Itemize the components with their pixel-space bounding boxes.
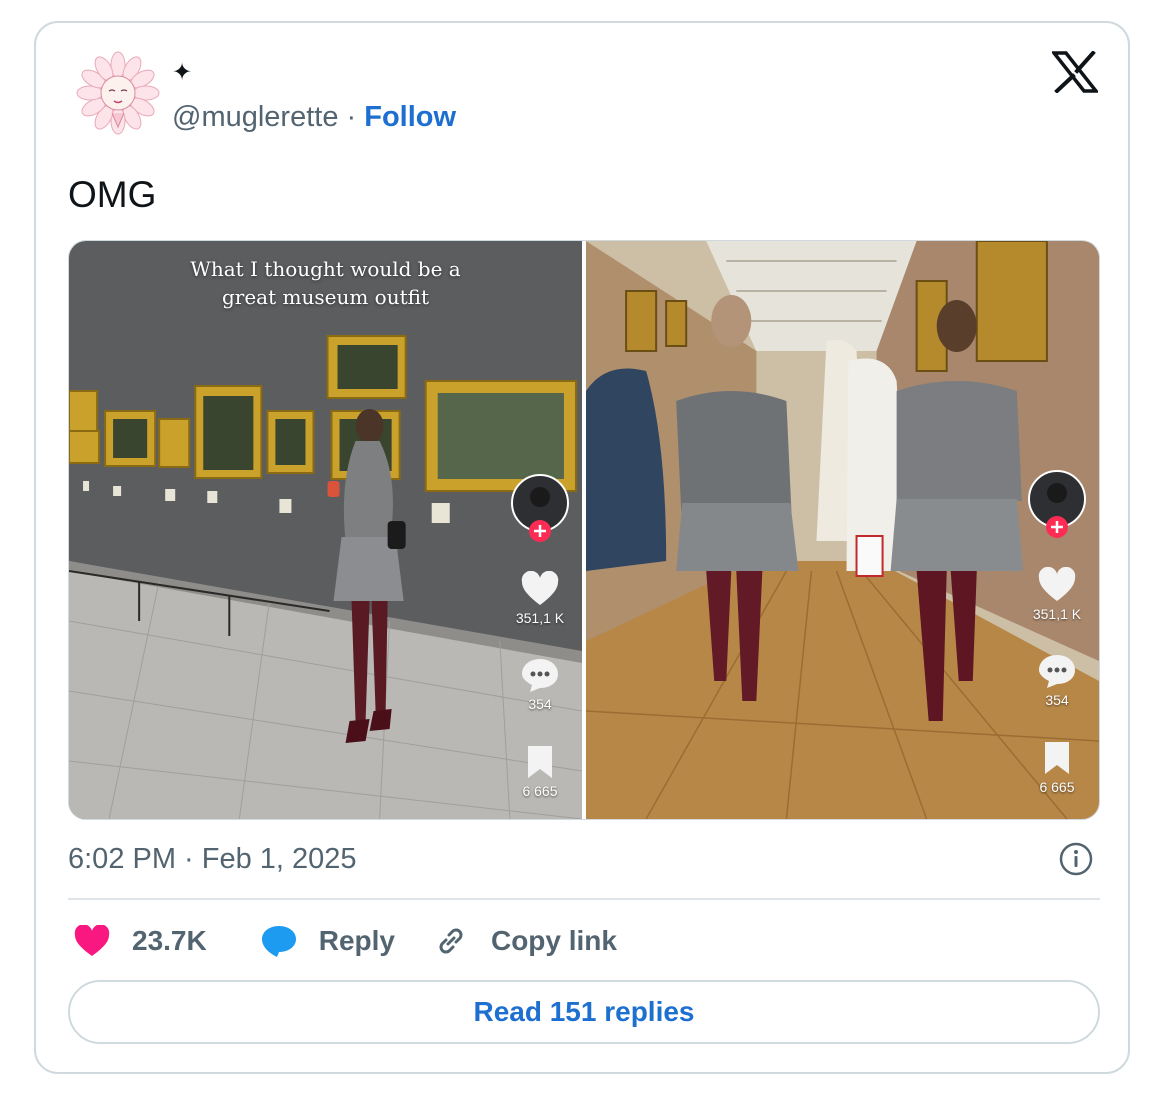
creator-avatar-icon — [1028, 470, 1086, 538]
reply-button[interactable]: Reply — [261, 924, 395, 958]
creator-avatar-rail[interactable] — [510, 473, 570, 546]
comment-bubble-icon — [1039, 655, 1075, 688]
comment-rail-right[interactable]: 354 — [1027, 653, 1087, 708]
author-handle[interactable]: @muglerette — [172, 101, 338, 133]
like-count: 23.7K — [132, 925, 207, 956]
video-caption: What I thought would be a great museum o… — [69, 255, 582, 311]
video-saves-count-right: 6 665 — [1039, 779, 1075, 795]
heart-outline-icon — [1038, 566, 1076, 601]
handle-row: @muglerette · Follow — [172, 99, 456, 135]
tweet-card: ✦ @muglerette · Follow OMG What I though… — [34, 21, 1130, 1074]
like-button[interactable]: 23.7K — [74, 925, 207, 957]
like-rail-right[interactable]: 351,1 K — [1027, 566, 1087, 622]
creator-avatar-rail-right[interactable] — [1027, 469, 1087, 542]
reply-bubble-icon — [261, 926, 296, 957]
save-rail[interactable]: 6 665 — [510, 744, 570, 799]
video-comments-count: 354 — [528, 696, 552, 712]
link-icon — [439, 928, 463, 954]
heart-outline-icon — [521, 570, 559, 605]
video-likes-count: 351,1 K — [515, 610, 565, 626]
like-rail[interactable]: 351,1 K — [510, 570, 570, 626]
media-grid[interactable]: What I thought would be a great museum o… — [68, 240, 1100, 820]
caption-line-1: What I thought would be a — [190, 257, 461, 281]
read-replies-button[interactable]: Read 151 replies — [68, 980, 1100, 1044]
comment-bubble-icon — [522, 659, 558, 692]
museum-wall-photo — [69, 241, 582, 819]
comment-rail[interactable]: 354 — [510, 657, 570, 712]
follow-button[interactable]: Follow — [364, 101, 456, 133]
media-photo-left[interactable]: What I thought would be a great museum o… — [69, 241, 582, 819]
bookmark-icon — [1045, 742, 1069, 774]
action-bar: 23.7K Reply Copy link — [74, 921, 655, 961]
video-saves-count: 6 665 — [522, 783, 558, 799]
heart-filled-icon — [74, 925, 110, 956]
museum-gallery-photo — [586, 241, 1099, 819]
video-comments-count-right: 354 — [1045, 692, 1069, 708]
copy-link-label: Copy link — [490, 925, 617, 956]
x-logo-icon[interactable] — [1052, 51, 1098, 93]
caption-line-2: great museum outfit — [221, 285, 429, 309]
separator-dot: · — [346, 101, 357, 133]
media-photo-right[interactable]: 351,1 K 354 6 665 — [586, 241, 1099, 819]
save-rail-right[interactable]: 6 665 — [1027, 740, 1087, 795]
video-likes-count-right: 351,1 K — [1032, 606, 1082, 622]
tweet-text: OMG — [68, 174, 157, 215]
creator-avatar-icon — [511, 474, 569, 542]
author-avatar[interactable] — [76, 51, 160, 135]
bookmark-icon — [528, 746, 552, 778]
copy-link-button[interactable]: Copy link — [433, 923, 617, 959]
display-name[interactable]: ✦ — [172, 59, 192, 87]
info-icon[interactable] — [1058, 841, 1094, 877]
tweet-timestamp[interactable]: 6:02 PM · Feb 1, 2025 — [68, 841, 357, 877]
reply-label: Reply — [318, 925, 395, 956]
divider — [68, 898, 1100, 900]
